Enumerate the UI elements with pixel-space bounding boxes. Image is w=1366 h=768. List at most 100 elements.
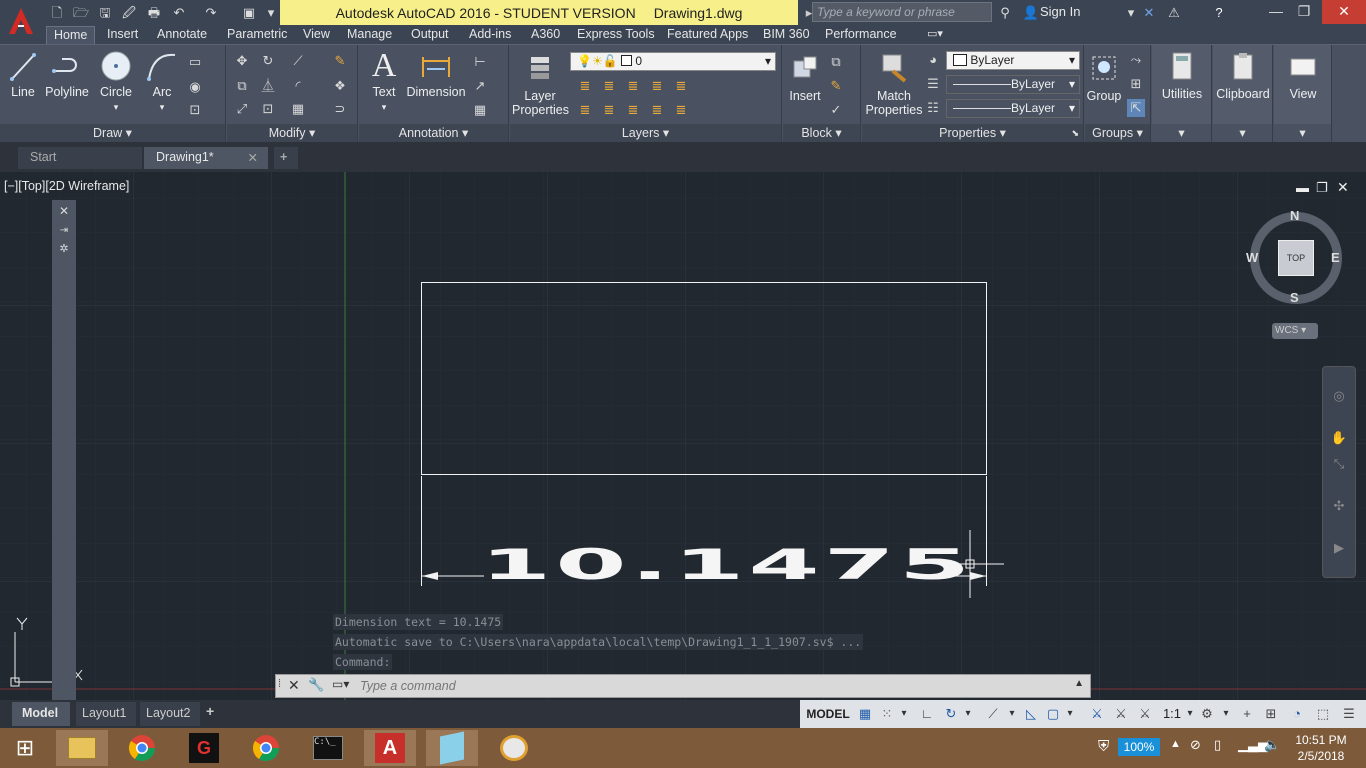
tab-output[interactable]: Output	[404, 26, 456, 44]
array-icon[interactable]: ▦	[289, 100, 307, 118]
table-icon[interactable]: ▦	[471, 101, 489, 119]
tab-a360[interactable]: A360	[524, 26, 567, 44]
battery-meter[interactable]: 100%	[1118, 738, 1160, 756]
tab-bim360[interactable]: BIM 360	[756, 26, 817, 44]
pan-icon[interactable]: ✋	[1330, 429, 1348, 447]
ungroup-icon[interactable]: ⤳	[1127, 51, 1145, 69]
object-snap-icon[interactable]: ◺	[1022, 704, 1040, 724]
group-select-icon[interactable]: ⇱	[1127, 99, 1145, 117]
model-space-button[interactable]: MODEL	[804, 704, 852, 724]
save-as-icon[interactable]: 🖉	[120, 4, 138, 21]
plus-icon[interactable]: +	[1238, 704, 1256, 724]
layer-tool-6-icon[interactable]: ≣	[576, 101, 594, 119]
windows-start-icon[interactable]: ⊞	[0, 730, 50, 766]
dimension-button[interactable]: Dimension	[405, 49, 467, 99]
tab-overflow-icon[interactable]: ▭▾	[920, 26, 950, 44]
history-toggle-icon[interactable]: ▲	[1074, 678, 1084, 689]
application-menu-button[interactable]	[0, 0, 42, 44]
grid-icon[interactable]: ▦	[856, 704, 874, 724]
ortho-icon[interactable]: ∟	[918, 704, 936, 724]
palette-autohide-icon[interactable]: ⇥	[55, 222, 73, 240]
tab-home[interactable]: Home	[46, 26, 96, 44]
isodraft-icon[interactable]: ⟋	[984, 704, 1002, 724]
utilities-button[interactable]: Utilities	[1154, 51, 1210, 101]
color-wheel-icon[interactable]: ◕	[924, 51, 942, 69]
volume-icon[interactable]: 🔈	[1264, 737, 1280, 753]
layer-tool-9-icon[interactable]: ≣	[648, 101, 666, 119]
workspace-icon[interactable]: ▣	[240, 4, 258, 21]
tab-manage[interactable]: Manage	[340, 26, 399, 44]
network-blocked-icon[interactable]: ⊘	[1190, 737, 1201, 753]
close-command-icon[interactable]: ✕	[288, 677, 300, 694]
edit-block-icon[interactable]: ✎	[827, 77, 845, 95]
osnap-icon[interactable]: ▢	[1044, 704, 1062, 724]
annotation-scale-icon[interactable]: ⚔	[1136, 704, 1154, 724]
tab-insert[interactable]: Insert	[100, 26, 145, 44]
isolate-icon[interactable]: ⊞	[1262, 704, 1280, 724]
new-layout-button[interactable]: +	[206, 703, 214, 719]
workspace-dropdown-icon[interactable]: ▾	[1220, 704, 1232, 724]
close-tab-icon[interactable]: ✕	[248, 150, 258, 165]
layer-tool-5-icon[interactable]: ≣	[672, 77, 690, 95]
command-prompt-icon[interactable]: C:\_	[302, 730, 354, 766]
tab-annotate[interactable]: Annotate	[150, 26, 214, 44]
clipboard-panel[interactable]: Clipboard ▾	[1213, 45, 1273, 143]
group-button[interactable]: Group	[1085, 53, 1123, 103]
chevron-down-icon[interactable]: ▾	[1122, 4, 1140, 21]
mirror-icon[interactable]: ⏅	[259, 77, 277, 95]
move-icon[interactable]: ✥	[233, 52, 251, 70]
linetype-icon[interactable]: ☷	[924, 99, 942, 117]
command-input[interactable]	[360, 677, 1060, 695]
drawing-area[interactable]: 10.1475 [−][Top][2D Wireframe] ▬ ❐ ✕ TOP…	[0, 172, 1366, 700]
tab-express-tools[interactable]: Express Tools	[570, 26, 662, 44]
polar-icon[interactable]: ↻	[942, 704, 960, 724]
view-button[interactable]: View	[1276, 51, 1330, 101]
leader-icon[interactable]: ↗	[471, 77, 489, 95]
tab-performance[interactable]: Performance	[818, 26, 904, 44]
clean-screen-icon[interactable]: ⬚	[1314, 704, 1332, 724]
ucs-menu[interactable]: WCS ▾	[1272, 323, 1318, 339]
lineweight-icon[interactable]: ☰	[924, 75, 942, 93]
color-dropdown[interactable]: ByLayer ▾	[946, 51, 1080, 70]
viewport-controls-label[interactable]: [−][Top][2D Wireframe]	[4, 179, 129, 193]
help-icon[interactable]: ?	[1210, 4, 1228, 21]
clock[interactable]: 10:51 PM 2/5/2018	[1290, 732, 1352, 764]
shield-icon[interactable]: ⛨	[1098, 738, 1109, 755]
block-panel-label[interactable]: Block ▾	[783, 124, 860, 143]
polar-dropdown-icon[interactable]: ▾	[962, 704, 974, 724]
chrome-icon[interactable]	[116, 730, 168, 766]
tab-featured-apps[interactable]: Featured Apps	[660, 26, 755, 44]
tab-model[interactable]: Model	[12, 702, 70, 726]
explode-icon[interactable]: ❖	[331, 77, 349, 95]
layer-tool-8-icon[interactable]: ≣	[624, 101, 642, 119]
clipboard-button[interactable]: Clipboard	[1215, 51, 1271, 101]
scale-icon[interactable]: ⊡	[259, 100, 277, 118]
clipboard-dropdown-icon[interactable]: ▾	[1213, 124, 1272, 143]
erase-icon[interactable]: ✎	[331, 52, 349, 70]
hatch-icon[interactable]: ◉	[186, 78, 204, 96]
save-icon[interactable]: 🖫	[96, 4, 114, 21]
customization-menu-icon[interactable]: ☰	[1340, 704, 1358, 724]
annotation-visibility-icon[interactable]: ⚔	[1088, 704, 1106, 724]
new-icon[interactable]: 🗋	[48, 4, 66, 21]
text-button[interactable]: A Text ▾	[367, 49, 401, 113]
steering-wheel-icon[interactable]: ◎	[1330, 387, 1348, 405]
layer-tool-3-icon[interactable]: ≣	[624, 77, 642, 95]
sign-in-button[interactable]: Sign In	[1040, 4, 1080, 19]
notepad-icon[interactable]	[426, 730, 478, 766]
snap-icon[interactable]: ⁙	[878, 704, 896, 724]
tab-drawing1[interactable]: Drawing1* ✕	[144, 147, 268, 169]
tab-view[interactable]: View	[296, 26, 337, 44]
iso-dropdown-icon[interactable]: ▾	[1006, 704, 1018, 724]
arc-button[interactable]: Arc ▾	[142, 49, 182, 113]
create-block-icon[interactable]: ⧉	[827, 53, 845, 71]
rectangle-icon[interactable]: ▭	[186, 53, 204, 71]
tab-parametric[interactable]: Parametric	[220, 26, 294, 44]
a360-icon[interactable]: ⚠	[1165, 4, 1183, 21]
compass-north[interactable]: N	[1290, 208, 1299, 223]
qa-dropdown-icon[interactable]: ▾	[262, 4, 280, 21]
customize-wrench-icon[interactable]: 🔧	[308, 677, 324, 693]
orbit-icon[interactable]: ✣	[1330, 497, 1348, 515]
tab-start[interactable]: Start	[18, 147, 142, 169]
compass-east[interactable]: E	[1331, 250, 1340, 265]
